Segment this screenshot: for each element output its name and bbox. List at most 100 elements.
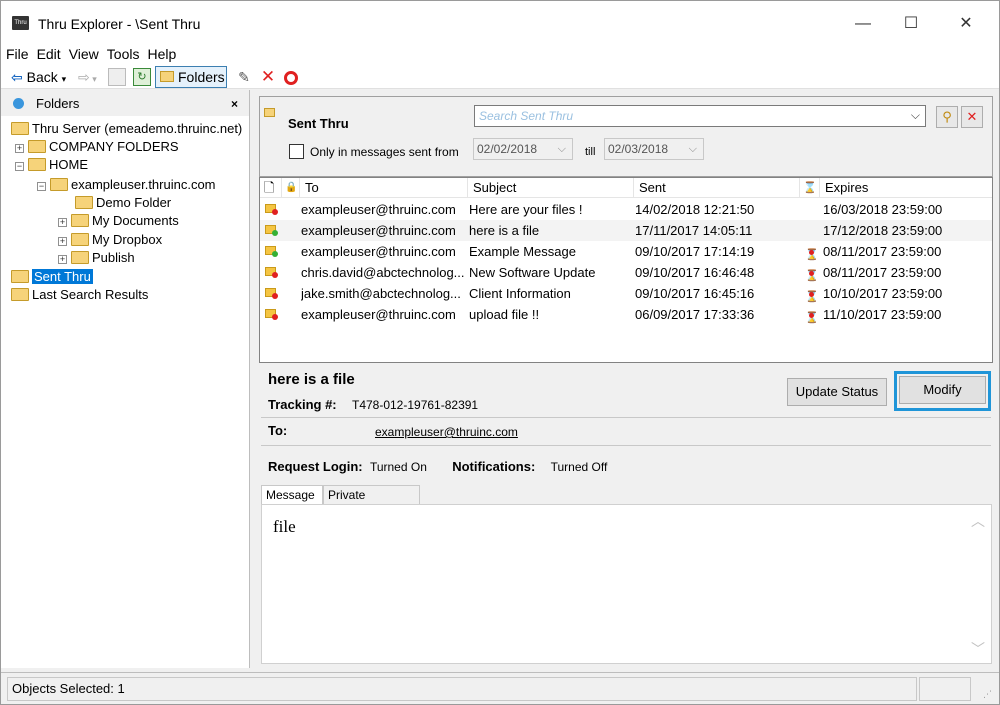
tree-item-home[interactable]: − HOME [15, 156, 88, 174]
tracking-row: Tracking #: T478-012-19761-82391 [268, 397, 478, 412]
message-title: here is a file [268, 371, 355, 388]
minimize-button[interactable]: — [840, 9, 886, 39]
tree-label: Thru Server (emeademo.thruinc.net) [32, 121, 243, 136]
menu-tools[interactable]: Tools [104, 45, 143, 63]
table-row[interactable]: chris.david@abctechnolog... New Software … [260, 262, 992, 283]
scroll-down-icon[interactable]: ﹀ [971, 639, 985, 659]
folders-panel: Folders × Thru Server (emeademo.thruinc.… [1, 90, 250, 668]
search-input[interactable]: Search Sent Thru ⌵ [474, 105, 926, 127]
list-header: 🗋 🔒 To Subject Sent ⌛ Expires [260, 178, 992, 198]
expand-icon[interactable]: + [58, 237, 67, 246]
tree-label: My Documents [92, 213, 179, 228]
scroll-up-icon[interactable]: ︿ [971, 511, 985, 531]
folders-button[interactable]: Folders [155, 66, 227, 88]
tree-item-exampleuser[interactable]: − exampleuser.thruinc.com [37, 176, 216, 194]
expand-icon[interactable]: + [58, 255, 67, 264]
tab-private-message[interactable]: Private Message [323, 485, 420, 520]
column-header-to[interactable]: To [300, 178, 468, 198]
column-header-hourglass-icon[interactable]: ⌛ [800, 178, 820, 198]
tree-item-demo-folder[interactable]: Demo Folder [75, 194, 171, 212]
tree-item-thru-server[interactable]: Thru Server (emeademo.thruinc.net) [11, 120, 242, 138]
cell-sent: 09/10/2017 16:45:16 [635, 286, 755, 301]
from-date-picker[interactable]: 02/02/2018 ⌵ [473, 138, 573, 160]
cell-to: exampleuser@thruinc.com [301, 244, 456, 259]
column-header-file-icon[interactable]: 🗋 [260, 178, 282, 198]
tree-label: exampleuser.thruinc.com [71, 177, 216, 192]
menu-bar: File Edit View Tools Help [1, 45, 999, 65]
tree-item-sent-thru[interactable]: Sent Thru [11, 268, 93, 286]
chevron-down-icon[interactable]: ⌵ [911, 108, 920, 123]
tree-label: COMPANY FOLDERS [49, 139, 179, 154]
up-folder-icon[interactable] [108, 68, 126, 86]
edit-icon[interactable]: ✎ [235, 68, 253, 86]
menu-view[interactable]: View [66, 45, 102, 63]
cell-to: exampleuser@thruinc.com [301, 223, 456, 238]
resize-grip-icon[interactable]: ⋰ [983, 689, 992, 700]
menu-file[interactable]: File [3, 45, 32, 63]
clear-search-icon[interactable]: ✕ [961, 106, 983, 128]
folders-pin-icon [13, 98, 24, 109]
expand-icon[interactable]: + [15, 144, 24, 153]
cell-expires: 11/10/2017 23:59:00 [823, 307, 942, 322]
message-status-icon [265, 267, 278, 278]
tree-label: Publish [92, 250, 135, 265]
delete-icon[interactable]: ✕ [259, 68, 277, 86]
expand-icon[interactable]: + [58, 218, 67, 227]
cell-subject: Client Information [469, 286, 571, 301]
expired-hourglass-icon: ⌛ [805, 312, 819, 324]
collapse-icon[interactable]: − [15, 162, 24, 171]
forward-button[interactable]: ⇨ ▾ [78, 67, 97, 87]
cell-subject: here is a file [469, 223, 540, 238]
menu-edit[interactable]: Edit [34, 45, 64, 63]
tree-item-my-dropbox[interactable]: + My Dropbox [58, 231, 162, 249]
message-status-icon [265, 246, 278, 257]
tree-label: HOME [49, 157, 88, 172]
maximize-button[interactable]: ☐ [888, 9, 934, 39]
request-login-value: Turned On [369, 460, 427, 474]
table-row[interactable]: exampleuser@thruinc.com here is a file 17/… [260, 220, 992, 241]
folders-icon [160, 71, 174, 82]
column-header-expires[interactable]: Expires [820, 178, 992, 198]
tree-item-my-documents[interactable]: + My Documents [58, 212, 179, 230]
menu-help[interactable]: Help [144, 45, 179, 63]
tree-item-last-search-results[interactable]: Last Search Results [11, 286, 148, 304]
collapse-icon[interactable]: − [37, 182, 46, 191]
cell-subject: New Software Update [469, 265, 596, 280]
table-row[interactable]: exampleuser@thruinc.com Here are your fil… [260, 199, 992, 220]
back-button[interactable]: ⇦ Back ▾ [11, 67, 66, 87]
table-row[interactable]: exampleuser@thruinc.com Example Message 09… [260, 241, 992, 262]
dropbox-folder-icon [71, 233, 89, 246]
folder-title: Sent Thru [288, 116, 349, 131]
till-date-value: 02/03/2018 [608, 142, 669, 156]
cell-expires: 08/11/2017 23:59:00 [823, 244, 942, 259]
column-header-sent[interactable]: Sent [634, 178, 800, 198]
user-folder-icon [50, 178, 68, 191]
update-status-button[interactable]: Update Status [787, 378, 887, 406]
refresh-icon[interactable]: ↻ [133, 68, 151, 86]
documents-folder-icon [71, 214, 89, 227]
modify-button[interactable]: Modify [899, 376, 986, 404]
folders-label: Folders [178, 69, 225, 85]
till-date-picker[interactable]: 02/03/2018 ⌵ [604, 138, 704, 160]
date-filter-checkbox[interactable] [289, 144, 304, 159]
tree-item-publish[interactable]: + Publish [58, 249, 135, 267]
tab-message[interactable]: Message [261, 485, 323, 506]
tracking-value: T478-012-19761-82391 [351, 398, 479, 412]
close-folders-icon[interactable]: × [231, 97, 238, 111]
tree-item-company-folders[interactable]: + COMPANY FOLDERS [15, 138, 179, 156]
table-row[interactable]: jake.smith@abctechnolog... Client Informa… [260, 283, 992, 304]
cell-expires: 10/10/2017 23:59:00 [823, 286, 943, 301]
recipient-link[interactable]: exampleuser@thruinc.com [375, 425, 518, 439]
column-header-subject[interactable]: Subject [468, 178, 634, 198]
message-body[interactable]: file ︿ ﹀ [261, 504, 992, 664]
cell-to: exampleuser@thruinc.com [301, 202, 456, 217]
table-row[interactable]: exampleuser@thruinc.com upload file !! 06/… [260, 304, 992, 325]
search-icon[interactable]: ⚲ [936, 106, 958, 128]
cell-sent: 17/11/2017 14:05:11 [635, 223, 753, 238]
recall-icon[interactable] [282, 68, 300, 86]
close-button[interactable]: ✕ [943, 9, 989, 39]
column-header-lock-icon[interactable]: 🔒 [282, 178, 300, 198]
message-status-icon [265, 204, 278, 215]
folder-icon [11, 122, 29, 135]
cell-subject: Example Message [469, 244, 576, 259]
